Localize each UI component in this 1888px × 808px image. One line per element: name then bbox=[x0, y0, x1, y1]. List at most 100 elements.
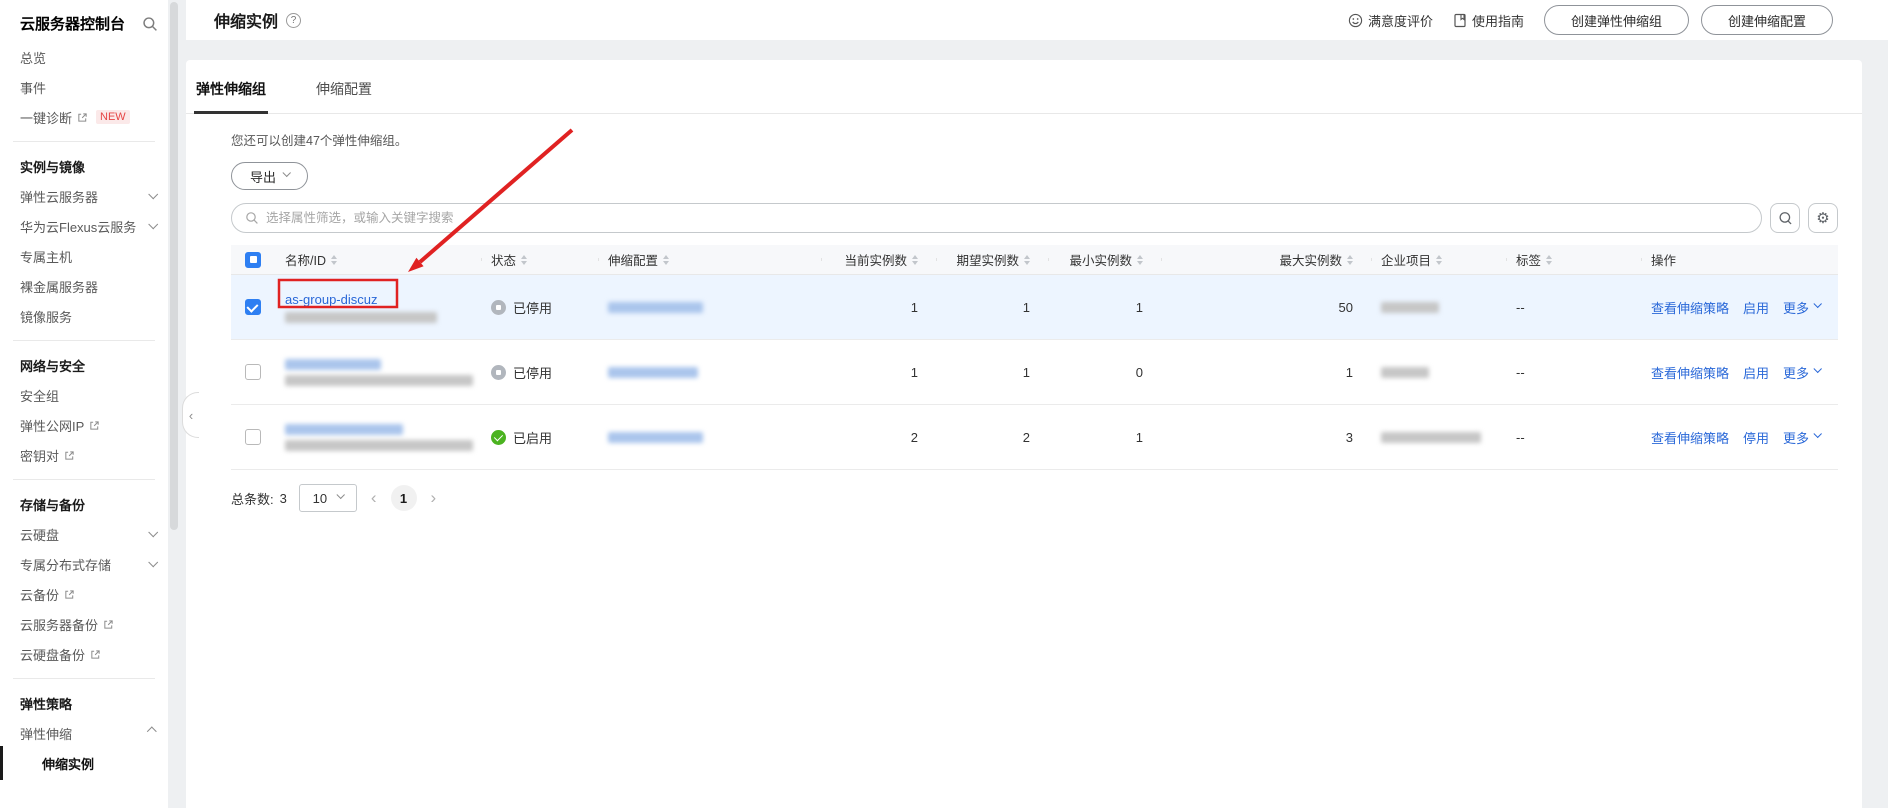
sort-icon bbox=[1347, 254, 1353, 265]
sidebar-item-flexus[interactable]: 华为云Flexus云服务 bbox=[0, 211, 168, 241]
guide-link[interactable]: 使用指南 bbox=[1453, 11, 1524, 30]
sidebar-item-cbr[interactable]: 云备份 bbox=[0, 579, 168, 609]
create-scaling-group-button[interactable]: 创建弹性伸缩组 bbox=[1543, 5, 1689, 35]
table-row: 已启用 2 2 1 3 -- 查看伸缩策略 停用 更多 bbox=[231, 405, 1838, 470]
tab-scaling-groups[interactable]: 弹性伸缩组 bbox=[194, 79, 268, 114]
blurred-enterprise-project bbox=[1381, 431, 1481, 443]
prev-page-button[interactable]: ‹ bbox=[369, 488, 379, 508]
blurred-id-text bbox=[285, 311, 437, 323]
sidebar-item-evs[interactable]: 云硬盘 bbox=[0, 519, 168, 549]
sidebar-collapse-handle[interactable]: ‹ bbox=[182, 392, 199, 438]
external-link-icon bbox=[103, 619, 114, 630]
page-size-select[interactable]: 10 bbox=[298, 484, 357, 512]
sidebar-item-server-backup[interactable]: 云服务器备份 bbox=[0, 609, 168, 639]
gear-icon: ⚙ bbox=[1816, 209, 1830, 227]
scaling-groups-table: 名称/ID 状态 伸缩配置 当前实例数 期望实例数 最小实例数 最大实例数 企业… bbox=[231, 245, 1838, 470]
sidebar-item-diagnosis[interactable]: 一键诊断 NEW bbox=[0, 102, 168, 132]
sidebar-search-icon[interactable] bbox=[142, 16, 158, 32]
search-icon bbox=[245, 211, 259, 225]
row-checkbox[interactable] bbox=[245, 299, 261, 315]
sidebar-section-scaling-policy: 弹性策略 bbox=[20, 696, 73, 712]
column-header-scaling-config[interactable]: 伸缩配置 bbox=[598, 250, 821, 269]
guide-book-icon bbox=[1453, 13, 1467, 28]
sidebar-item-bare-metal[interactable]: 裸金属服务器 bbox=[0, 271, 168, 301]
sidebar-item-auto-scaling[interactable]: 弹性伸缩 bbox=[0, 718, 168, 748]
sidebar-divider bbox=[13, 340, 155, 341]
column-header-tags[interactable]: 标签 bbox=[1506, 250, 1641, 269]
min-instances-value: 1 bbox=[1135, 429, 1143, 445]
sort-icon bbox=[521, 254, 528, 265]
tags-value: -- bbox=[1516, 429, 1525, 445]
sidebar-item-overview[interactable]: 总览 bbox=[0, 42, 168, 72]
next-page-button[interactable]: › bbox=[429, 488, 439, 508]
column-header-min-instances[interactable]: 最小实例数 bbox=[1048, 250, 1161, 269]
sidebar-item-events[interactable]: 事件 bbox=[0, 72, 168, 102]
more-link[interactable]: 更多 bbox=[1783, 428, 1822, 447]
filter-search-box bbox=[231, 203, 1762, 233]
table-settings-button[interactable]: ⚙ bbox=[1808, 203, 1838, 233]
blurred-enterprise-project bbox=[1381, 366, 1429, 378]
sidebar-item-dss[interactable]: 专属分布式存储 bbox=[0, 549, 168, 579]
enable-link[interactable]: 启用 bbox=[1743, 298, 1769, 317]
column-header-status[interactable]: 状态 bbox=[481, 250, 598, 269]
sidebar-item-scaling-instances[interactable]: 伸缩实例 bbox=[0, 746, 168, 780]
scaling-group-name-link[interactable]: as-group-discuz bbox=[285, 292, 437, 307]
table-search-button[interactable] bbox=[1770, 203, 1800, 233]
chevron-down-icon bbox=[148, 526, 159, 537]
sidebar-section-instances: 实例与镜像 bbox=[20, 159, 86, 175]
sidebar-scrollbar-thumb[interactable] bbox=[170, 2, 178, 530]
current-page-number[interactable]: 1 bbox=[390, 485, 417, 511]
view-scaling-policy-link[interactable]: 查看伸缩策略 bbox=[1651, 428, 1729, 447]
export-button[interactable]: 导出 bbox=[231, 162, 309, 190]
min-instances-value: 0 bbox=[1135, 364, 1143, 380]
column-header-actions: 操作 bbox=[1641, 250, 1838, 269]
sidebar-item-eip[interactable]: 弹性公网IP bbox=[0, 410, 168, 440]
sort-icon bbox=[1024, 254, 1030, 265]
chevron-down-icon bbox=[1813, 364, 1822, 373]
new-badge: NEW bbox=[96, 110, 130, 124]
sidebar-item-ims[interactable]: 镜像服务 bbox=[0, 301, 168, 331]
help-icon[interactable]: ? bbox=[286, 12, 302, 28]
sort-icon bbox=[663, 254, 670, 265]
column-header-current-instances[interactable]: 当前实例数 bbox=[821, 250, 936, 269]
chevron-down-icon bbox=[148, 556, 159, 567]
sidebar-item-ecs[interactable]: 弹性云服务器 bbox=[0, 181, 168, 211]
column-header-desired-instances[interactable]: 期望实例数 bbox=[936, 250, 1048, 269]
status-label: 已启用 bbox=[513, 430, 553, 446]
chevron-down-icon bbox=[1813, 299, 1822, 308]
pagination: 总条数: 3 10 ‹ 1 › bbox=[231, 484, 1838, 512]
current-instances-value: 1 bbox=[910, 299, 918, 315]
filter-search-input[interactable] bbox=[266, 211, 1748, 225]
more-link[interactable]: 更多 bbox=[1783, 298, 1822, 317]
disable-link[interactable]: 停用 bbox=[1743, 428, 1769, 447]
sidebar-divider bbox=[13, 141, 155, 142]
sidebar-item-security-group[interactable]: 安全组 bbox=[0, 380, 168, 410]
external-link-icon bbox=[64, 589, 75, 600]
tab-scaling-configs[interactable]: 伸缩配置 bbox=[314, 79, 374, 113]
row-checkbox[interactable] bbox=[245, 429, 261, 445]
select-all-checkbox-cell bbox=[231, 251, 275, 268]
view-scaling-policy-link[interactable]: 查看伸缩策略 bbox=[1651, 363, 1729, 382]
min-instances-value: 1 bbox=[1135, 299, 1143, 315]
row-checkbox[interactable] bbox=[245, 364, 261, 380]
column-header-name-id[interactable]: 名称/ID bbox=[275, 250, 481, 269]
sidebar-section-network: 网络与安全 bbox=[20, 358, 86, 374]
blurred-name-link bbox=[285, 358, 381, 370]
create-scaling-config-button[interactable]: 创建伸缩配置 bbox=[1700, 5, 1833, 35]
view-scaling-policy-link[interactable]: 查看伸缩策略 bbox=[1651, 298, 1729, 317]
sidebar-item-dedicated-host[interactable]: 专属主机 bbox=[0, 241, 168, 271]
more-link[interactable]: 更多 bbox=[1783, 363, 1822, 382]
table-header-row: 名称/ID 状态 伸缩配置 当前实例数 期望实例数 最小实例数 最大实例数 企业… bbox=[231, 245, 1838, 275]
feedback-link[interactable]: 满意度评价 bbox=[1348, 11, 1433, 30]
column-header-enterprise-project[interactable]: 企业项目 bbox=[1371, 250, 1506, 269]
sidebar-item-keypair[interactable]: 密钥对 bbox=[0, 440, 168, 470]
enable-link[interactable]: 启用 bbox=[1743, 363, 1769, 382]
tab-bar: 弹性伸缩组 伸缩配置 bbox=[186, 60, 1862, 114]
select-all-checkbox[interactable] bbox=[245, 251, 261, 268]
status-disabled-icon bbox=[491, 364, 506, 380]
column-header-max-instances[interactable]: 最大实例数 bbox=[1161, 250, 1371, 269]
sort-icon bbox=[912, 254, 918, 265]
blurred-id-text bbox=[285, 374, 473, 386]
blurred-id-text bbox=[285, 439, 473, 451]
sidebar-item-disk-backup[interactable]: 云硬盘备份 bbox=[0, 639, 168, 669]
